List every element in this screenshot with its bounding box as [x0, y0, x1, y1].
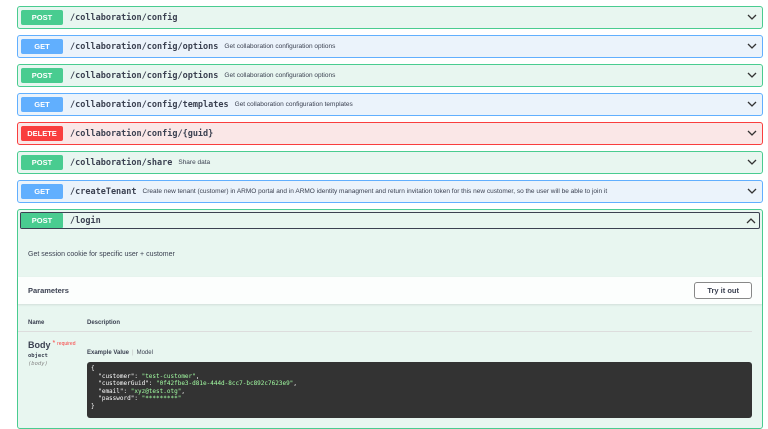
operation-header[interactable]: GET /createTenant Create new tenant (cus… — [18, 181, 762, 202]
param-name: Body — [28, 340, 51, 350]
operation-header[interactable]: GET /collaboration/config/templates Get … — [18, 94, 762, 115]
operation-path: /collaboration/share — [70, 157, 173, 168]
param-type: object — [28, 353, 48, 359]
operation-path: /createTenant — [70, 186, 137, 197]
chevron-down-icon[interactable] — [747, 12, 757, 22]
operation-path: /collaboration/config — [70, 12, 178, 23]
operation-path: /collaboration/config/options — [70, 70, 219, 81]
chevron-down-icon[interactable] — [747, 157, 757, 167]
model-tab[interactable]: Model — [137, 350, 153, 356]
method-badge: POST — [21, 68, 63, 83]
parameters-title: Parameters — [28, 286, 69, 295]
operation-path: /collaboration/config/options — [70, 41, 219, 52]
operation-path: /login — [70, 215, 101, 226]
chevron-down-icon[interactable] — [747, 186, 757, 196]
method-badge: POST — [21, 10, 63, 25]
operation-get[interactable]: GET /createTenant Create new tenant (cus… — [17, 180, 763, 203]
try-it-out-button[interactable]: Try it out — [694, 282, 752, 299]
method-badge: POST — [21, 155, 63, 170]
required-label: required — [52, 341, 75, 347]
operation-login: POST /login Get session cookie for speci… — [17, 209, 763, 429]
method-badge: DELETE — [21, 126, 63, 141]
operation-get[interactable]: GET /collaboration/config/options Get co… — [17, 35, 763, 58]
chevron-down-icon[interactable] — [747, 41, 757, 51]
operation-summary: Get session cookie for specific user + c… — [28, 251, 175, 258]
example-json: { "customer": "test-customer", "customer… — [87, 362, 752, 418]
col-name: Name — [28, 320, 45, 326]
operation-delete[interactable]: DELETE /collaboration/config/{guid} — [17, 122, 763, 145]
operation-description: Get collaboration configuration options — [224, 72, 336, 79]
method-badge: GET — [21, 97, 63, 112]
col-description: Description — [87, 320, 121, 326]
operation-description: Share data — [178, 159, 211, 166]
operation-post[interactable]: POST /collaboration/config/options Get c… — [17, 64, 763, 87]
parameter-row: Body required object (body) Example Valu… — [18, 332, 762, 426]
method-badge: POST — [21, 213, 63, 228]
operation-header[interactable]: POST /collaboration/share Share data — [18, 152, 762, 173]
operation-header[interactable]: DELETE /collaboration/config/{guid} — [18, 123, 762, 144]
operation-header[interactable]: POST /collaboration/config/options Get c… — [18, 65, 762, 86]
method-badge: GET — [21, 39, 63, 54]
chevron-down-icon[interactable] — [747, 70, 757, 80]
chevron-down-icon[interactable] — [747, 128, 757, 138]
parameters-header: Parameters Try it out — [18, 277, 762, 304]
operation-header[interactable]: GET /collaboration/config/options Get co… — [18, 36, 762, 57]
parameters-columns: Name Description — [18, 304, 752, 332]
operation-post[interactable]: POST /collaboration/share Share data — [17, 151, 763, 174]
operation-description: Get collaboration configuration template… — [234, 101, 353, 108]
chevron-down-icon[interactable] — [747, 99, 757, 109]
operation-header[interactable]: POST /collaboration/config — [18, 7, 762, 28]
example-value-tab[interactable]: Example Value — [87, 350, 129, 356]
operation-get[interactable]: GET /collaboration/config/templates Get … — [17, 93, 763, 116]
method-badge: GET — [21, 184, 63, 199]
operation-login-header[interactable]: POST /login — [20, 212, 760, 229]
operation-post[interactable]: POST /collaboration/config — [17, 6, 763, 29]
chevron-up-icon — [746, 218, 756, 224]
operation-path: /collaboration/config/{guid} — [70, 128, 214, 139]
param-in: (body) — [28, 361, 48, 367]
operation-description: Create new tenant (customer) in ARMO por… — [142, 188, 608, 195]
operation-description: Get collaboration configuration options — [224, 43, 336, 50]
operation-path: /collaboration/config/templates — [70, 99, 229, 110]
